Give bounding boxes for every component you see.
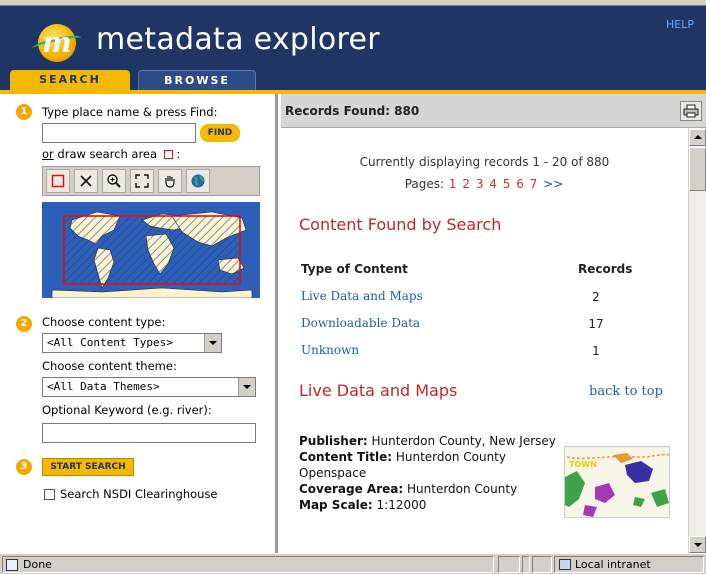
start-search-button[interactable]: START SEARCH (42, 458, 134, 476)
step-2-badge: 2 (16, 316, 32, 332)
thumbnail-label: TOWN (569, 460, 597, 469)
find-button[interactable]: FIND (200, 124, 240, 142)
globe-icon[interactable] (186, 169, 210, 193)
map-toolbar (42, 166, 260, 196)
page-link-6[interactable]: 6 (516, 177, 524, 191)
status-cell (498, 556, 520, 573)
page-link-5[interactable]: 5 (503, 177, 511, 191)
content-type-select[interactable]: <All Content Types> (42, 333, 222, 353)
intranet-zone-icon (559, 559, 571, 570)
find-label: Type place name & press Find: (42, 105, 218, 119)
clear-icon[interactable] (74, 169, 98, 193)
app-title: metadata explorer (96, 22, 380, 57)
content-type-label: Choose content type: (42, 315, 166, 329)
draw-or-text: or (42, 147, 54, 161)
scale-label: Map Scale: (299, 498, 373, 512)
content-theme-value: <All Data Themes> (47, 380, 160, 393)
print-button[interactable] (680, 101, 702, 121)
table-header-type: Type of Content (301, 262, 408, 276)
status-bar: Done Local intranet (0, 553, 706, 574)
nsdi-label: Search NSDI Clearinghouse (60, 487, 218, 501)
results-header: Records Found: 880 (281, 94, 706, 128)
page-link-2[interactable]: 2 (462, 177, 470, 191)
results-scrollbar[interactable] (688, 129, 706, 553)
status-cell (532, 556, 552, 573)
records-found: Records Found: 880 (285, 104, 420, 118)
back-to-top-link[interactable]: back to top (589, 384, 663, 399)
status-done: Done (2, 556, 494, 573)
next-pages-link[interactable]: >> (543, 177, 563, 191)
pages-label: Pages: (404, 177, 445, 191)
content-theme-select[interactable]: <All Data Themes> (42, 377, 256, 397)
help-link[interactable]: HELP (666, 18, 694, 31)
page-link-4[interactable]: 4 (489, 177, 497, 191)
content-found-title: Content Found by Search (299, 215, 502, 234)
coverage-label: Coverage Area: (299, 482, 404, 496)
chevron-down-icon[interactable] (204, 334, 221, 352)
nsdi-checkbox[interactable] (44, 489, 55, 500)
coverage-value: Hunterdon County (403, 482, 518, 496)
app-header: m metadata explorer HELP (0, 6, 706, 66)
rectangle-select-icon[interactable] (46, 169, 70, 193)
page-link-1[interactable]: 1 (449, 177, 457, 191)
content-theme-label: Choose content theme: (42, 359, 177, 373)
live-data-title: Live Data and Maps (299, 381, 458, 400)
publisher-label: Publisher: (299, 434, 368, 448)
record-details: Publisher: Hunterdon County, New Jersey … (299, 433, 557, 513)
full-extent-icon[interactable] (130, 169, 154, 193)
displaying-text: Currently displaying records 1 - 20 of 8… (359, 155, 610, 169)
pan-hand-icon[interactable] (158, 169, 182, 193)
status-zone: Local intranet (554, 556, 704, 573)
title-label: Content Title: (299, 450, 393, 464)
status-cell (522, 556, 530, 573)
page-link-7[interactable]: 7 (530, 177, 538, 191)
printer-icon (683, 104, 699, 118)
step-3-badge: 3 (16, 459, 32, 475)
scale-value: 1:12000 (372, 498, 427, 512)
keyword-label: Optional Keyword (e.g. river): (42, 403, 212, 417)
zoom-in-icon[interactable] (102, 169, 126, 193)
results-body: Currently displaying records 1 - 20 of 8… (281, 129, 688, 553)
tab-bar: SEARCH BROWSE (0, 66, 706, 90)
world-map[interactable] (42, 202, 260, 298)
tab-browse[interactable]: BROWSE (138, 70, 256, 90)
content-type-link-unknown[interactable]: Unknown (301, 343, 359, 357)
chevron-down-icon[interactable] (238, 378, 255, 396)
publisher-value: Hunterdon County, New Jersey (367, 434, 556, 448)
scroll-down-icon[interactable] (689, 536, 706, 553)
scroll-up-icon[interactable] (689, 129, 706, 146)
draw-rectangle-icon (163, 150, 173, 159)
place-name-input[interactable] (42, 123, 196, 143)
keyword-input[interactable] (42, 423, 256, 443)
records-count: 1 (592, 344, 600, 358)
step-1-badge: 1 (16, 104, 32, 120)
records-count: 2 (592, 290, 600, 304)
pagination: Pages: 1 2 3 4 5 6 7 >> (281, 177, 688, 191)
content-type-value: <All Content Types> (47, 336, 173, 349)
content-type-link-live[interactable]: Live Data and Maps (301, 289, 423, 303)
table-header-records: Records (578, 262, 633, 276)
page-done-icon (6, 559, 18, 571)
content-type-link-downloadable[interactable]: Downloadable Data (301, 316, 420, 330)
metadata-explorer-logo-icon: m (31, 24, 83, 62)
tab-search[interactable]: SEARCH (10, 70, 130, 90)
page-link-3[interactable]: 3 (476, 177, 484, 191)
draw-area-label: or draw search area : (42, 147, 181, 161)
records-count: 17 (588, 317, 604, 331)
scroll-thumb[interactable] (689, 147, 706, 191)
record-thumbnail[interactable]: TOWN (564, 446, 670, 518)
search-panel: 1 Type place name & press Find: FIND or … (0, 94, 278, 553)
